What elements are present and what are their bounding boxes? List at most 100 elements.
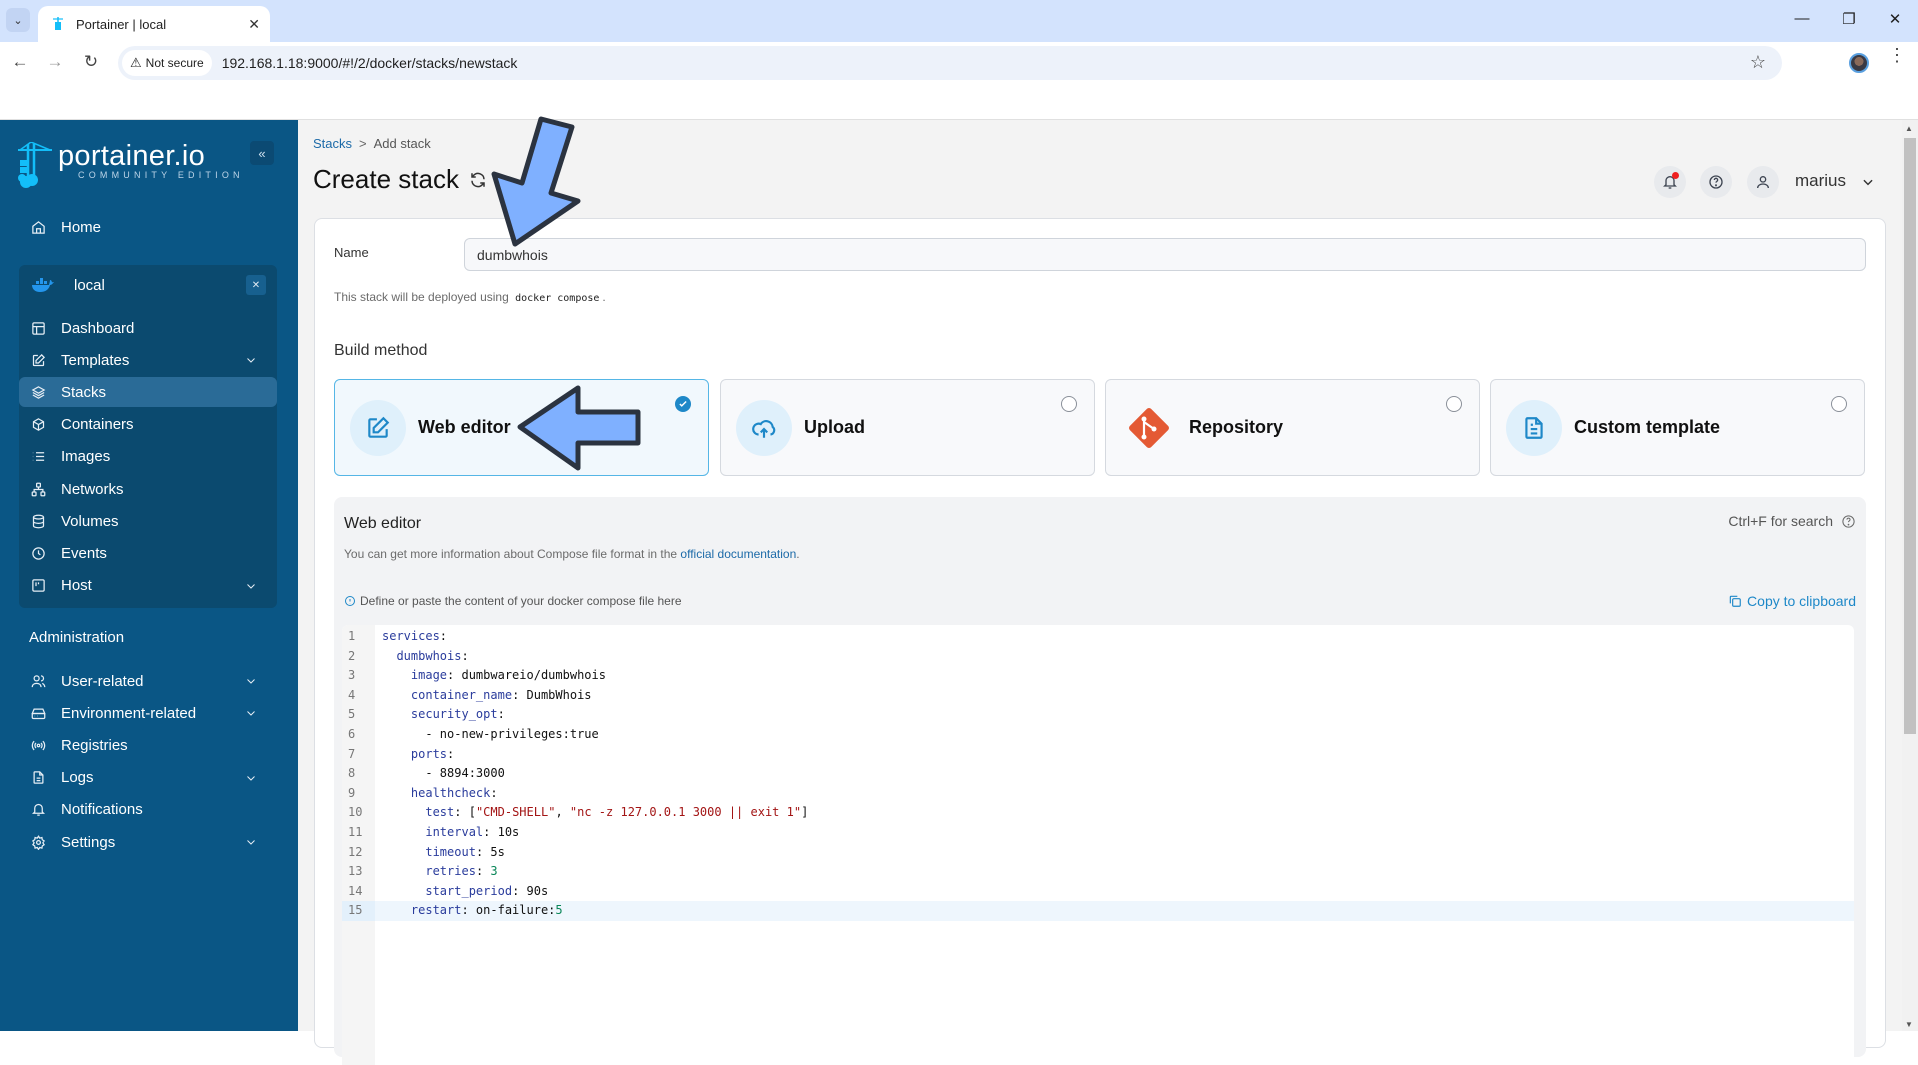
build-method-upload[interactable]: Upload: [720, 379, 1095, 476]
build-method-label: Repository: [1189, 417, 1284, 437]
browser-toolbar: ← → ↻ ⚠ Not secure 192.168.1.18:9000/#!/…: [0, 42, 1918, 84]
code-line[interactable]: 13 retries: 3: [342, 862, 1854, 882]
portainer-logo[interactable]: portainer.io COMMUNITY EDITION: [18, 140, 244, 188]
chevron-down-icon[interactable]: [245, 580, 259, 592]
radio-checked[interactable]: [675, 396, 691, 412]
minimize-icon[interactable]: —: [1787, 10, 1817, 27]
refresh-icon[interactable]: [469, 171, 487, 189]
collapse-sidebar-button[interactable]: «: [250, 141, 274, 165]
address-bar[interactable]: ⚠ Not secure 192.168.1.18:9000/#!/2/dock…: [118, 46, 1782, 80]
breadcrumb-separator: >: [359, 136, 367, 151]
sidebar-item-host[interactable]: Host: [19, 571, 277, 601]
edit-icon: [350, 399, 406, 456]
close-tab-icon[interactable]: ✕: [248, 16, 260, 33]
code-line[interactable]: 7 ports:: [342, 745, 1854, 765]
sidebar-item-networks[interactable]: Networks: [19, 474, 277, 504]
security-chip[interactable]: ⚠ Not secure: [122, 50, 212, 76]
code-line[interactable]: 12 timeout: 5s: [342, 843, 1854, 863]
page-scrollbar[interactable]: ▲ ▼: [1902, 120, 1918, 1031]
stack-name-input[interactable]: [464, 238, 1866, 271]
user-menu-button[interactable]: [1747, 166, 1779, 198]
restore-icon[interactable]: ❐: [1834, 10, 1864, 28]
sidebar-item-logs[interactable]: Logs: [19, 763, 277, 793]
chevron-down-icon[interactable]: [245, 836, 259, 848]
code-line[interactable]: 5 security_opt:: [342, 705, 1854, 725]
chevron-down-icon[interactable]: [245, 772, 259, 784]
sidebar-item-volumes[interactable]: Volumes: [19, 506, 277, 536]
url-text[interactable]: 192.168.1.18:9000/#!/2/docker/stacks/new…: [222, 55, 518, 71]
copy-icon: [1729, 595, 1741, 607]
code-line[interactable]: 1 services:: [342, 627, 1854, 647]
code-line[interactable]: 2 dumbwhois:: [342, 647, 1854, 667]
host-icon: [30, 578, 46, 594]
sidebar-item-events[interactable]: Events: [19, 538, 277, 568]
sidebar-item-registries[interactable]: Registries: [19, 730, 277, 760]
sidebar-item-dashboard[interactable]: Dashboard: [19, 313, 277, 343]
sidebar-item-environment-related[interactable]: Environment-related: [19, 698, 277, 728]
help-icon[interactable]: [1841, 514, 1856, 529]
code-line[interactable]: 3 image: dumbwareio/dumbwhois: [342, 666, 1854, 686]
chevron-down-icon[interactable]: [245, 675, 259, 687]
code-line[interactable]: 10 test: ["CMD-SHELL", "nc -z 127.0.0.1 …: [342, 803, 1854, 823]
sidebar-item-label: Home: [61, 218, 102, 236]
code-editor[interactable]: 1 services: 2 dumbwhois: 3 image: dumbwarei…: [342, 625, 1854, 1065]
sidebar-item-home[interactable]: Home: [19, 212, 277, 242]
database-icon: [30, 513, 46, 529]
build-method-custom-template[interactable]: Custom template: [1490, 379, 1865, 476]
profile-avatar[interactable]: [1849, 53, 1869, 73]
code-line[interactable]: 14 start_period: 90s: [342, 882, 1854, 902]
browser-tab[interactable]: Portainer | local ✕: [38, 6, 270, 42]
chevron-down-icon[interactable]: [245, 354, 259, 366]
build-method-web-editor[interactable]: Web editor: [334, 379, 709, 476]
code-text: dumbwhois:: [396, 648, 469, 663]
radio-unchecked[interactable]: [1061, 396, 1077, 412]
scroll-down-icon[interactable]: ▼: [1905, 1020, 1913, 1029]
code-line[interactable]: 15 restart: on-failure:5: [342, 901, 1854, 921]
sidebar-item-stacks[interactable]: Stacks: [19, 377, 277, 408]
forward-icon[interactable]: →: [43, 52, 67, 72]
close-window-icon[interactable]: ✕: [1880, 10, 1910, 28]
copy-to-clipboard-button[interactable]: Copy to clipboard: [1728, 593, 1856, 609]
environment-header[interactable]: local ✕: [19, 267, 277, 303]
code-text: image: dumbwareio/dumbwhois: [410, 668, 606, 683]
notifications-button[interactable]: [1654, 166, 1686, 198]
code-line[interactable]: 6 - no-new-privileges:true: [342, 725, 1854, 745]
sidebar-item-templates[interactable]: Templates: [19, 345, 277, 375]
scroll-thumb[interactable]: [1904, 138, 1916, 734]
code-line[interactable]: 11 interval: 10s: [342, 823, 1854, 843]
breadcrumb: Stacks > Add stack: [313, 136, 431, 151]
code-line[interactable]: 8 - 8894:3000: [342, 764, 1854, 784]
help-button[interactable]: [1700, 166, 1732, 198]
reload-icon[interactable]: ↻: [79, 52, 103, 72]
bell-icon: [30, 802, 46, 818]
back-icon[interactable]: ←: [8, 52, 32, 72]
search-hint: Ctrl+F for search: [1728, 513, 1856, 529]
sidebar-item-label: Settings: [61, 833, 116, 851]
sidebar-item-notifications[interactable]: Notifications: [19, 795, 277, 825]
bookmark-star-icon[interactable]: ☆: [1750, 52, 1766, 73]
build-method-repository[interactable]: Repository: [1105, 379, 1480, 476]
username[interactable]: marius: [1795, 171, 1846, 191]
chevron-down-icon[interactable]: [245, 707, 259, 719]
tab-list-button[interactable]: ⌄: [6, 8, 30, 32]
radio-unchecked[interactable]: [1446, 396, 1462, 412]
code-line[interactable]: 4 container_name: DumbWhois: [342, 686, 1854, 706]
sidebar-item-user-related[interactable]: User-related: [19, 666, 277, 696]
box-icon: [30, 417, 46, 433]
sidebar-item-label: Containers: [61, 416, 134, 434]
radio-unchecked[interactable]: [1831, 396, 1847, 412]
layers-icon: [30, 384, 46, 400]
close-environment-button[interactable]: ✕: [246, 275, 266, 295]
line-number: 1: [348, 629, 356, 643]
official-documentation-link[interactable]: official documentation: [680, 547, 796, 561]
sidebar-item-images[interactable]: Images: [19, 442, 277, 472]
sidebar-item-containers[interactable]: Containers: [19, 410, 277, 440]
chevron-down-icon[interactable]: [1861, 175, 1875, 189]
browser-menu-icon[interactable]: ⋮: [1888, 46, 1906, 64]
sidebar-item-settings[interactable]: Settings: [19, 827, 277, 857]
scroll-up-icon[interactable]: ▲: [1905, 124, 1913, 133]
breadcrumb-stacks-link[interactable]: Stacks: [313, 136, 352, 151]
compose-info-text: You can get more information about Compo…: [344, 547, 678, 561]
code-line[interactable]: 9 healthcheck:: [342, 784, 1854, 804]
code-text: container_name: DumbWhois: [410, 687, 592, 702]
